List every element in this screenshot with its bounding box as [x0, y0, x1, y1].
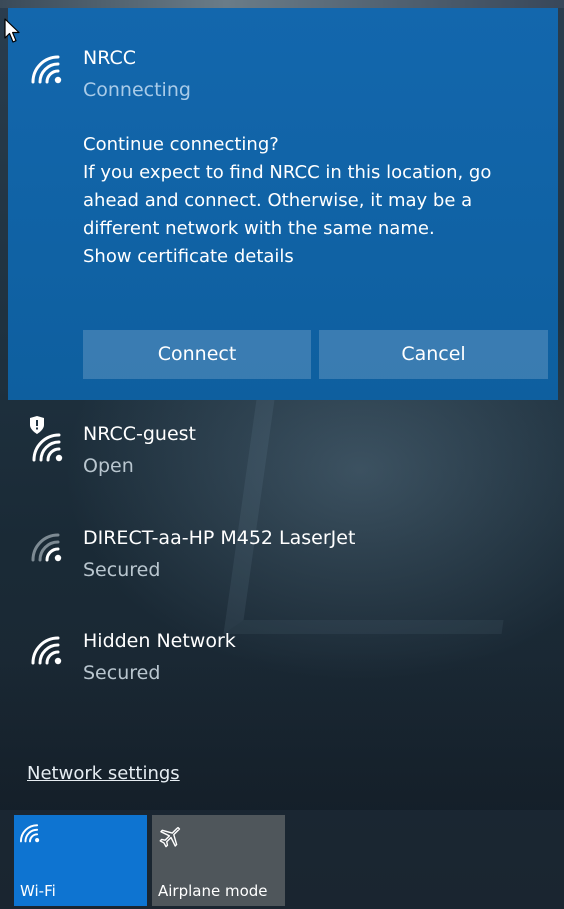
- network-status: Secured: [83, 662, 161, 684]
- network-item-hidden-network[interactable]: Hidden Network Secured: [8, 615, 558, 695]
- connect-prompt-message: Continue connecting? If you expect to fi…: [83, 131, 553, 271]
- network-settings-link[interactable]: Network settings: [27, 762, 180, 786]
- network-name: DIRECT-aa-HP M452 LaserJet: [83, 527, 356, 549]
- prompt-text-line-2: ahead and connect. Otherwise, it may be …: [83, 190, 473, 211]
- connect-button[interactable]: Connect: [83, 330, 311, 379]
- wifi-icon: [19, 823, 41, 847]
- network-name: NRCC-guest: [83, 423, 196, 445]
- show-certificate-details-link[interactable]: Show certificate details: [83, 243, 553, 271]
- network-item-nrcc-expanded[interactable]: NRCC Connecting Continue connecting? If …: [8, 8, 558, 400]
- network-item-direct-hp[interactable]: DIRECT-aa-HP M452 LaserJet Secured: [8, 512, 558, 592]
- prompt-question: Continue connecting?: [83, 134, 279, 155]
- prompt-text-line-1: If you expect to find NRCC in this locat…: [83, 162, 492, 183]
- tile-label: Airplane mode: [158, 882, 268, 900]
- network-item-nrcc-guest[interactable]: NRCC-guest Open: [8, 408, 558, 488]
- network-status: Connecting: [83, 79, 191, 101]
- prompt-text-line-3: different network with the same name.: [83, 218, 435, 239]
- tile-label: Wi-Fi: [20, 882, 56, 900]
- wifi-shield-icon: [26, 416, 66, 462]
- wifi-icon: [30, 635, 64, 665]
- airplane-mode-tile[interactable]: Airplane mode: [152, 815, 285, 906]
- wifi-icon: [30, 54, 64, 84]
- network-status: Open: [83, 455, 134, 477]
- top-edge: [0, 0, 564, 8]
- cancel-button[interactable]: Cancel: [319, 330, 548, 379]
- network-name: Hidden Network: [83, 630, 236, 652]
- wifi-weak-icon: [30, 532, 64, 562]
- wifi-toggle-tile[interactable]: Wi-Fi: [14, 815, 147, 906]
- network-flyout: NRCC Connecting Continue connecting? If …: [0, 0, 564, 909]
- airplane-icon: [157, 823, 183, 853]
- network-status: Secured: [83, 559, 161, 581]
- network-name: NRCC: [83, 47, 137, 69]
